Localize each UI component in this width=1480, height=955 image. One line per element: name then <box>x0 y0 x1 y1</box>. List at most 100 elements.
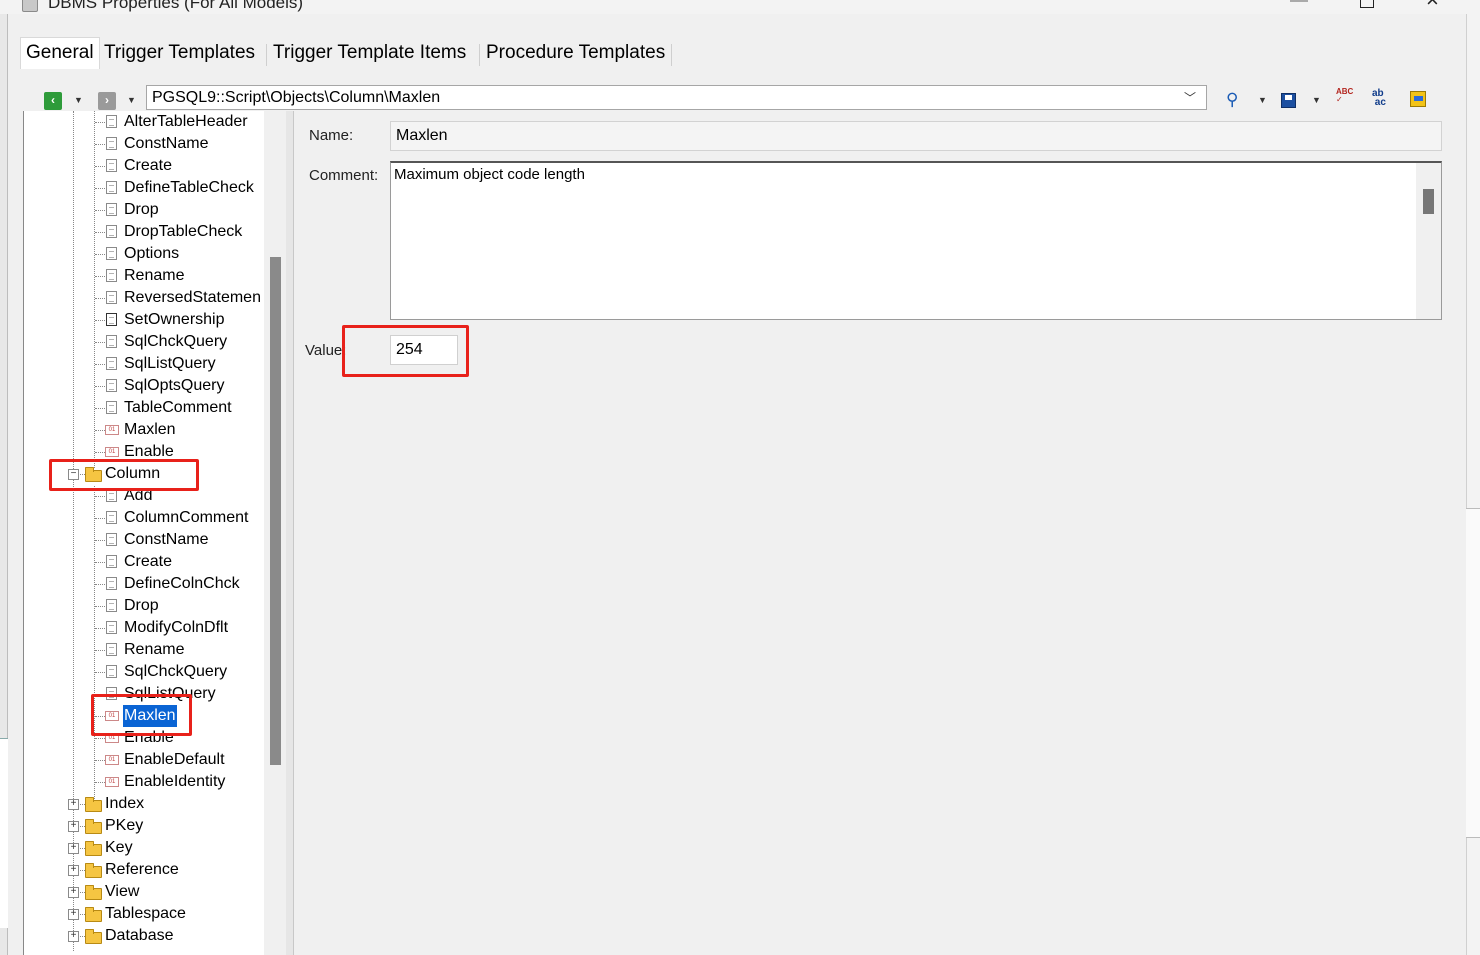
forward-dropdown-icon[interactable]: ▼ <box>127 95 136 105</box>
tree-item[interactable]: SqlOptsQuery <box>24 375 284 397</box>
save-dropdown-icon[interactable]: ▼ <box>1312 95 1321 105</box>
expand-icon[interactable]: + <box>68 887 79 898</box>
tree-item[interactable]: SetOwnership <box>24 309 284 331</box>
tree-folder[interactable]: + Database <box>24 925 284 947</box>
path-combobox[interactable]: PGSQL9::Script\Objects\Column\Maxlen <box>146 85 1207 110</box>
comment-field[interactable]: Maximum object code length <box>390 161 1442 320</box>
tree-item-label: SetOwnership <box>124 311 225 328</box>
expand-icon[interactable]: + <box>68 843 79 854</box>
tree-item[interactable]: 01 Maxlen <box>24 419 284 441</box>
tree-item[interactable]: Rename <box>24 639 284 661</box>
expand-icon[interactable]: + <box>68 799 79 810</box>
close-icon[interactable]: × <box>1426 0 1439 11</box>
tree-guide-line <box>95 166 105 167</box>
tree-folder[interactable]: + Reference <box>24 859 284 881</box>
expand-icon[interactable]: + <box>68 821 79 832</box>
tree-item[interactable]: Drop <box>24 199 284 221</box>
collapse-icon[interactable]: − <box>68 469 79 480</box>
tree-item[interactable]: 01 Enable <box>24 441 284 463</box>
tree-guide-line <box>95 716 105 717</box>
find-dropdown-icon[interactable]: ▼ <box>1258 95 1267 105</box>
tree-item[interactable]: 01 Maxlen <box>24 705 284 727</box>
forward-icon[interactable]: › <box>98 92 116 110</box>
script-item-icon <box>106 643 117 656</box>
window-title: DBMS Properties (For All Models) <box>48 0 304 12</box>
tree-item[interactable]: DefineColnChck <box>24 573 284 595</box>
tree-item[interactable]: ConstName <box>24 529 284 551</box>
tree-item[interactable]: AlterTableHeader <box>24 111 284 133</box>
tree-item[interactable]: SqlListQuery <box>24 353 284 375</box>
tree-item[interactable]: Rename <box>24 265 284 287</box>
tree-item[interactable]: ConstName <box>24 133 284 155</box>
tree-guide-line <box>95 584 105 585</box>
name-field[interactable]: Maxlen <box>390 121 1442 151</box>
name-label: Name: <box>309 127 354 144</box>
tree-guide-line <box>95 320 105 321</box>
comment-scrollbar-thumb[interactable] <box>1423 189 1434 214</box>
spell-check-icon[interactable]: ABC ✓ <box>1336 88 1353 104</box>
maximize-icon[interactable] <box>1360 0 1374 8</box>
script-item-icon <box>106 115 117 128</box>
tree-folder[interactable]: + Tablespace <box>24 903 284 925</box>
tree-item-label: Create <box>124 553 173 570</box>
tree-item[interactable]: 01 Enable <box>24 727 284 749</box>
tree-scrollbar-thumb[interactable] <box>270 257 281 765</box>
folder-icon <box>85 467 102 482</box>
properties-icon[interactable] <box>1410 91 1426 107</box>
tree-folder[interactable]: + PKey <box>24 815 284 837</box>
tree-item[interactable]: Options <box>24 243 284 265</box>
value-item-icon: 01 <box>105 447 119 457</box>
tab-trigger-templates[interactable]: Trigger Templates <box>100 40 259 68</box>
panel-splitter[interactable] <box>286 111 294 955</box>
tree-folder[interactable]: + View <box>24 881 284 903</box>
tree-item[interactable]: SqlChckQuery <box>24 661 284 683</box>
tab-trigger-template-items[interactable]: Trigger Template Items <box>269 40 470 68</box>
folder-icon <box>85 819 102 834</box>
comment-scrollbar[interactable] <box>1416 163 1441 319</box>
tree-guide-line <box>95 210 105 211</box>
script-item-icon <box>106 533 117 546</box>
tree-item-label: Enable <box>124 443 174 460</box>
save-icon[interactable] <box>1281 93 1296 108</box>
minimize-icon[interactable] <box>1290 0 1308 2</box>
tree-item-label: SqlOptsQuery <box>124 377 225 394</box>
tree-item[interactable]: ModifyColnDflt <box>24 617 284 639</box>
script-item-icon <box>106 401 117 414</box>
tree-item[interactable]: Create <box>24 551 284 573</box>
tree-item[interactable]: DefineTableCheck <box>24 177 284 199</box>
replace-icon[interactable]: ab ac <box>1372 89 1386 108</box>
tree-item[interactable]: TableComment <box>24 397 284 419</box>
tree-item[interactable]: Create <box>24 155 284 177</box>
tree-folder-label: PKey <box>105 817 144 834</box>
folder-icon <box>85 863 102 878</box>
find-icon[interactable]: ⚲ <box>1226 90 1238 110</box>
tree-item[interactable]: Add <box>24 485 284 507</box>
tree-item[interactable]: 01 EnableIdentity <box>24 771 284 793</box>
tree-view[interactable]: AlterTableHeader ConstName Create DefineTab… <box>23 111 286 955</box>
tree-guide-line <box>95 650 105 651</box>
tree-folder[interactable]: − Column <box>24 463 284 485</box>
chevron-down-icon[interactable]: ﹀ <box>1184 89 1196 106</box>
tree-item-label: EnableDefault <box>124 751 225 768</box>
tab-procedure-templates[interactable]: Procedure Templates <box>482 40 669 68</box>
script-item-icon <box>106 291 117 304</box>
tree-folder[interactable]: + Index <box>24 793 284 815</box>
expand-icon[interactable]: + <box>68 909 79 920</box>
tree-item[interactable]: ColumnComment <box>24 507 284 529</box>
back-dropdown-icon[interactable]: ▼ <box>74 95 83 105</box>
tree-item[interactable]: DropTableCheck <box>24 221 284 243</box>
tree-item[interactable]: SqlChckQuery <box>24 331 284 353</box>
tree-item[interactable]: 01 EnableDefault <box>24 749 284 771</box>
tree-item-label: SqlListQuery <box>124 685 216 702</box>
back-icon[interactable]: ‹ <box>44 92 62 110</box>
tab-general[interactable]: General <box>20 37 100 69</box>
tree-folder[interactable]: + Key <box>24 837 284 859</box>
expand-icon[interactable]: + <box>68 865 79 876</box>
tree-guide-line <box>95 122 105 123</box>
tree-item[interactable]: ReversedStatemen <box>24 287 284 309</box>
tree-item-label: DropTableCheck <box>124 223 243 240</box>
tree-item[interactable]: SqlListQuery <box>24 683 284 705</box>
value-field[interactable]: 254 <box>390 335 458 365</box>
expand-icon[interactable]: + <box>68 931 79 942</box>
tree-item[interactable]: Drop <box>24 595 284 617</box>
